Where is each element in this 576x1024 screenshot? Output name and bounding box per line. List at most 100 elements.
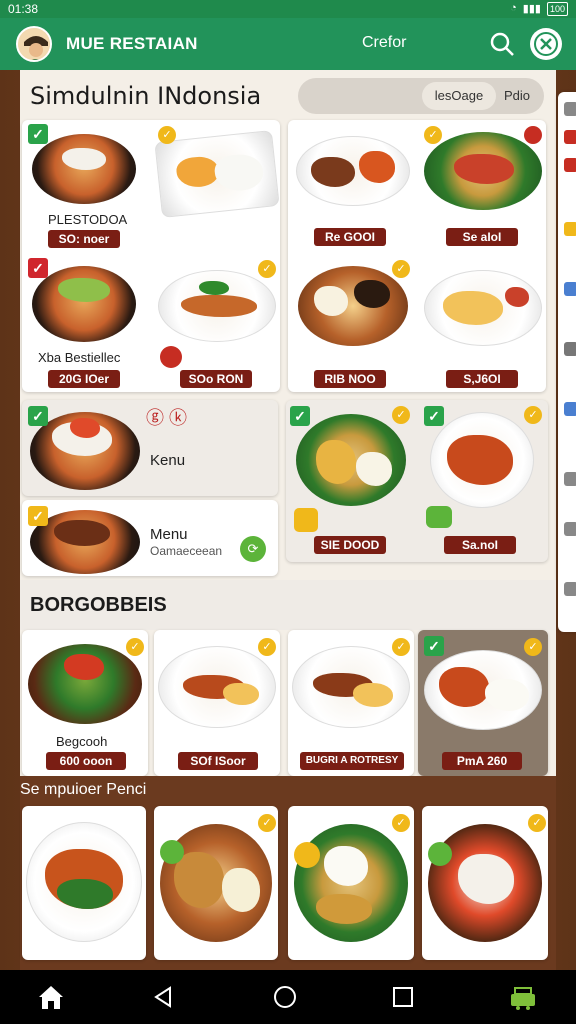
back-icon[interactable] [148,982,178,1012]
price-tag: SO: noer [48,230,120,248]
dish-label: Xba Bestiellec [38,350,121,365]
food-card[interactable]: ✓ [422,806,548,960]
select-dot-icon[interactable]: ✓ [392,814,410,832]
rail-icon[interactable] [564,158,576,172]
rail-icon[interactable] [564,522,576,536]
select-dot-icon[interactable]: ✓ [524,406,542,424]
rail-icon[interactable] [564,472,576,486]
segment-option-2[interactable]: Pdio [496,82,538,110]
badge-icon [160,346,182,368]
avatar[interactable] [16,26,52,62]
create-button[interactable]: Crefor [362,34,406,52]
navigation-bar [0,970,576,1024]
menu-list-item[interactable]: ✓ Menu Oamaeceean ⟳ [22,500,278,576]
check-icon[interactable]: ✓ [424,636,444,656]
dish-image [32,266,136,342]
price-tag: SOo RON [180,370,252,388]
select-dot-icon[interactable]: ✓ [392,638,410,656]
price-tag: BUGRI A ROTRESY [300,752,404,770]
price-tag: 600 ooon [46,752,126,770]
rail-icon[interactable] [564,130,576,144]
signal-icon: ▮▮▮ [522,3,541,15]
select-dot-icon[interactable]: ✓ [528,814,546,832]
food-card[interactable]: ✓ Begcooh 600 ooon [22,630,148,776]
dish-image [298,266,408,346]
dish-image [158,646,276,728]
check-icon[interactable]: ✓ [28,406,48,426]
wifi-icon: ◔ [510,2,517,14]
dish-image [154,130,280,218]
rail-icon[interactable] [564,402,576,416]
rail-icon[interactable] [564,342,576,356]
dish-image [424,270,542,346]
check-icon[interactable]: ✓ [290,406,310,426]
dish-image [158,270,276,342]
price-tag: RIB NOO [314,370,386,388]
select-dot-icon[interactable]: ✓ [158,126,176,144]
dish-image [428,824,542,942]
home-circle-icon[interactable] [270,982,300,1012]
battery-icon: 100 [546,2,568,16]
dish-label: PLESTODOA [48,212,128,227]
app-title: MUE RESTAIAN [66,34,198,53]
dish-image [296,136,410,206]
price-tag: 20G IOer [48,370,120,388]
status-icons: ◔ ▮▮▮ 100 [510,2,568,16]
select-dot-icon[interactable]: ✓ [258,638,276,656]
check-icon[interactable]: ✓ [28,124,48,144]
menu-item-label: Menu [150,526,188,543]
home-icon[interactable] [36,982,66,1012]
select-dot-icon[interactable]: ✓ [258,260,276,278]
side-rail[interactable] [558,92,576,632]
select-dot-icon[interactable]: ✓ [392,260,410,278]
tag-icon [294,842,320,868]
price-tag: PmA 260 [442,752,522,770]
select-dot-icon[interactable]: ✓ [126,638,144,656]
select-dot-icon[interactable]: ✓ [392,406,410,424]
food-card[interactable]: ✓ ✓ PmA 260 [418,630,548,776]
sub-section-title: Se mpuioer Penci [20,781,147,798]
rail-icon[interactable] [564,102,576,116]
menu-list-item[interactable]: ✓ ⓖ ⓚ Kenu [22,400,278,496]
food-card-group[interactable]: ✓ ✓ ✓ ✓ SIE DOOD Sa.noI [286,400,548,562]
select-dot-icon[interactable]: ✓ [424,126,442,144]
price-tag: Sa.noI [444,536,516,554]
search-icon[interactable] [488,30,516,58]
price-tag: Re GOOI [314,228,386,246]
food-card-group[interactable]: ✓ ✓ PLESTODOA SO: noer ✓ ✓ Xba Bestielle… [22,120,280,392]
dish-image [32,134,136,204]
food-card-group[interactable]: ✓ Re GOOI Se aIoI ✓ RIB NOO S,J6OI [288,120,546,392]
dish-image [26,822,142,942]
food-card[interactable] [22,806,146,960]
refresh-icon[interactable]: ⟳ [240,536,266,562]
check-icon[interactable]: ✓ [28,506,48,526]
price-tag: S,J6OI [446,370,518,388]
status-time: 01:38 [8,2,39,16]
check-icon[interactable]: ✓ [28,258,48,278]
price-tag: Se aIoI [446,228,518,246]
cart-icon[interactable] [508,982,538,1012]
dish-image [424,650,542,730]
food-card[interactable]: ✓ [154,806,278,960]
dish-image [296,414,406,506]
close-icon[interactable] [530,28,562,60]
rail-icon[interactable] [564,282,576,296]
badge-icon [524,126,542,144]
select-dot-icon[interactable]: ✓ [258,814,276,832]
food-card[interactable]: ✓ [288,806,414,960]
recents-icon[interactable] [388,982,418,1012]
rail-icon[interactable] [564,222,576,236]
food-card[interactable]: ✓ BUGRI A ROTRESY [288,630,414,776]
check-icon[interactable]: ✓ [424,406,444,426]
segmented-control: lesOage Pdio [298,78,544,114]
select-dot-icon[interactable]: ✓ [524,638,542,656]
segment-option-1[interactable]: lesOage [422,82,496,110]
section-title: BORGOBBEIS [30,594,167,616]
app-bar: MUE RESTAIAN Crefor [0,18,576,70]
menu-item-sub: Oamaeceean [150,544,223,558]
food-card[interactable]: ✓ SOf ISoor [154,630,280,776]
price-tag: SOf ISoor [178,752,258,770]
dish-image [28,644,142,724]
rail-icon[interactable] [564,582,576,596]
dish-image [430,412,534,508]
